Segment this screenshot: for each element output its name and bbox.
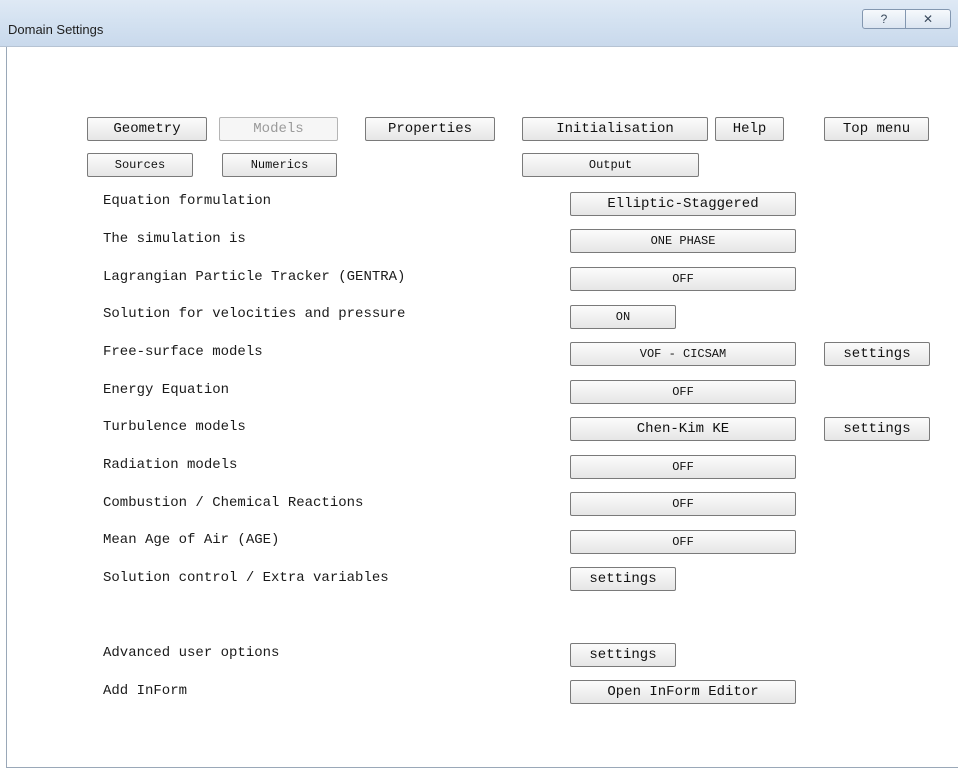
properties-button[interactable]: Properties <box>365 117 495 141</box>
energy-equation-button[interactable]: OFF <box>570 380 796 404</box>
equation-formulation-button[interactable]: Elliptic-Staggered <box>570 192 796 216</box>
mean-age-of-air-button[interactable]: OFF <box>570 530 796 554</box>
help-icon[interactable]: ? <box>862 9 906 29</box>
label-radiation-models: Radiation models <box>103 457 238 473</box>
simulation-phase-button[interactable]: ONE PHASE <box>570 229 796 253</box>
label-advanced-user-options: Advanced user options <box>103 645 280 661</box>
sources-button[interactable]: Sources <box>87 153 193 177</box>
close-icon[interactable]: ✕ <box>905 9 951 29</box>
label-free-surface: Free-surface models <box>103 344 263 360</box>
models-button: Models <box>219 117 338 141</box>
label-equation-formulation: Equation formulation <box>103 193 272 209</box>
label-mean-age-of-air: Mean Age of Air (AGE) <box>103 532 280 548</box>
label-solution-control: Solution control / Extra variables <box>103 570 389 586</box>
open-inform-editor-button[interactable]: Open InForm Editor <box>570 680 796 704</box>
label-combustion: Combustion / Chemical Reactions <box>103 495 364 511</box>
label-energy-equation: Energy Equation <box>103 382 230 398</box>
label-turbulence-models: Turbulence models <box>103 419 246 435</box>
turbulence-settings-button[interactable]: settings <box>824 417 930 441</box>
help-glyph: ? <box>880 12 888 26</box>
help-button[interactable]: Help <box>715 117 784 141</box>
velocities-pressure-button[interactable]: ON <box>570 305 676 329</box>
radiation-models-button[interactable]: OFF <box>570 455 796 479</box>
combustion-button[interactable]: OFF <box>570 492 796 516</box>
advanced-user-options-settings-button[interactable]: settings <box>570 643 676 667</box>
turbulence-model-button[interactable]: Chen-Kim KE <box>570 417 796 441</box>
label-lagrangian-tracker: Lagrangian Particle Tracker (GENTRA) <box>103 269 406 285</box>
window-title: Domain Settings <box>8 22 104 37</box>
output-button[interactable]: Output <box>522 153 699 177</box>
initialisation-button[interactable]: Initialisation <box>522 117 708 141</box>
geometry-button[interactable]: Geometry <box>87 117 207 141</box>
label-simulation-is: The simulation is <box>103 231 246 247</box>
close-glyph: ✕ <box>922 12 934 26</box>
gentra-button[interactable]: OFF <box>570 267 796 291</box>
title-bar[interactable]: Domain Settings ? ✕ <box>0 0 958 47</box>
label-velocities-pressure: Solution for velocities and pressure <box>103 306 406 322</box>
free-surface-settings-button[interactable]: settings <box>824 342 930 366</box>
domain-settings-window: Domain Settings ? ✕ Geometry Models Prop… <box>0 0 958 769</box>
numerics-button[interactable]: Numerics <box>222 153 337 177</box>
solution-control-settings-button[interactable]: settings <box>570 567 676 591</box>
label-add-inform: Add InForm <box>103 683 188 699</box>
free-surface-button[interactable]: VOF - CICSAM <box>570 342 796 366</box>
top-menu-button[interactable]: Top menu <box>824 117 929 141</box>
